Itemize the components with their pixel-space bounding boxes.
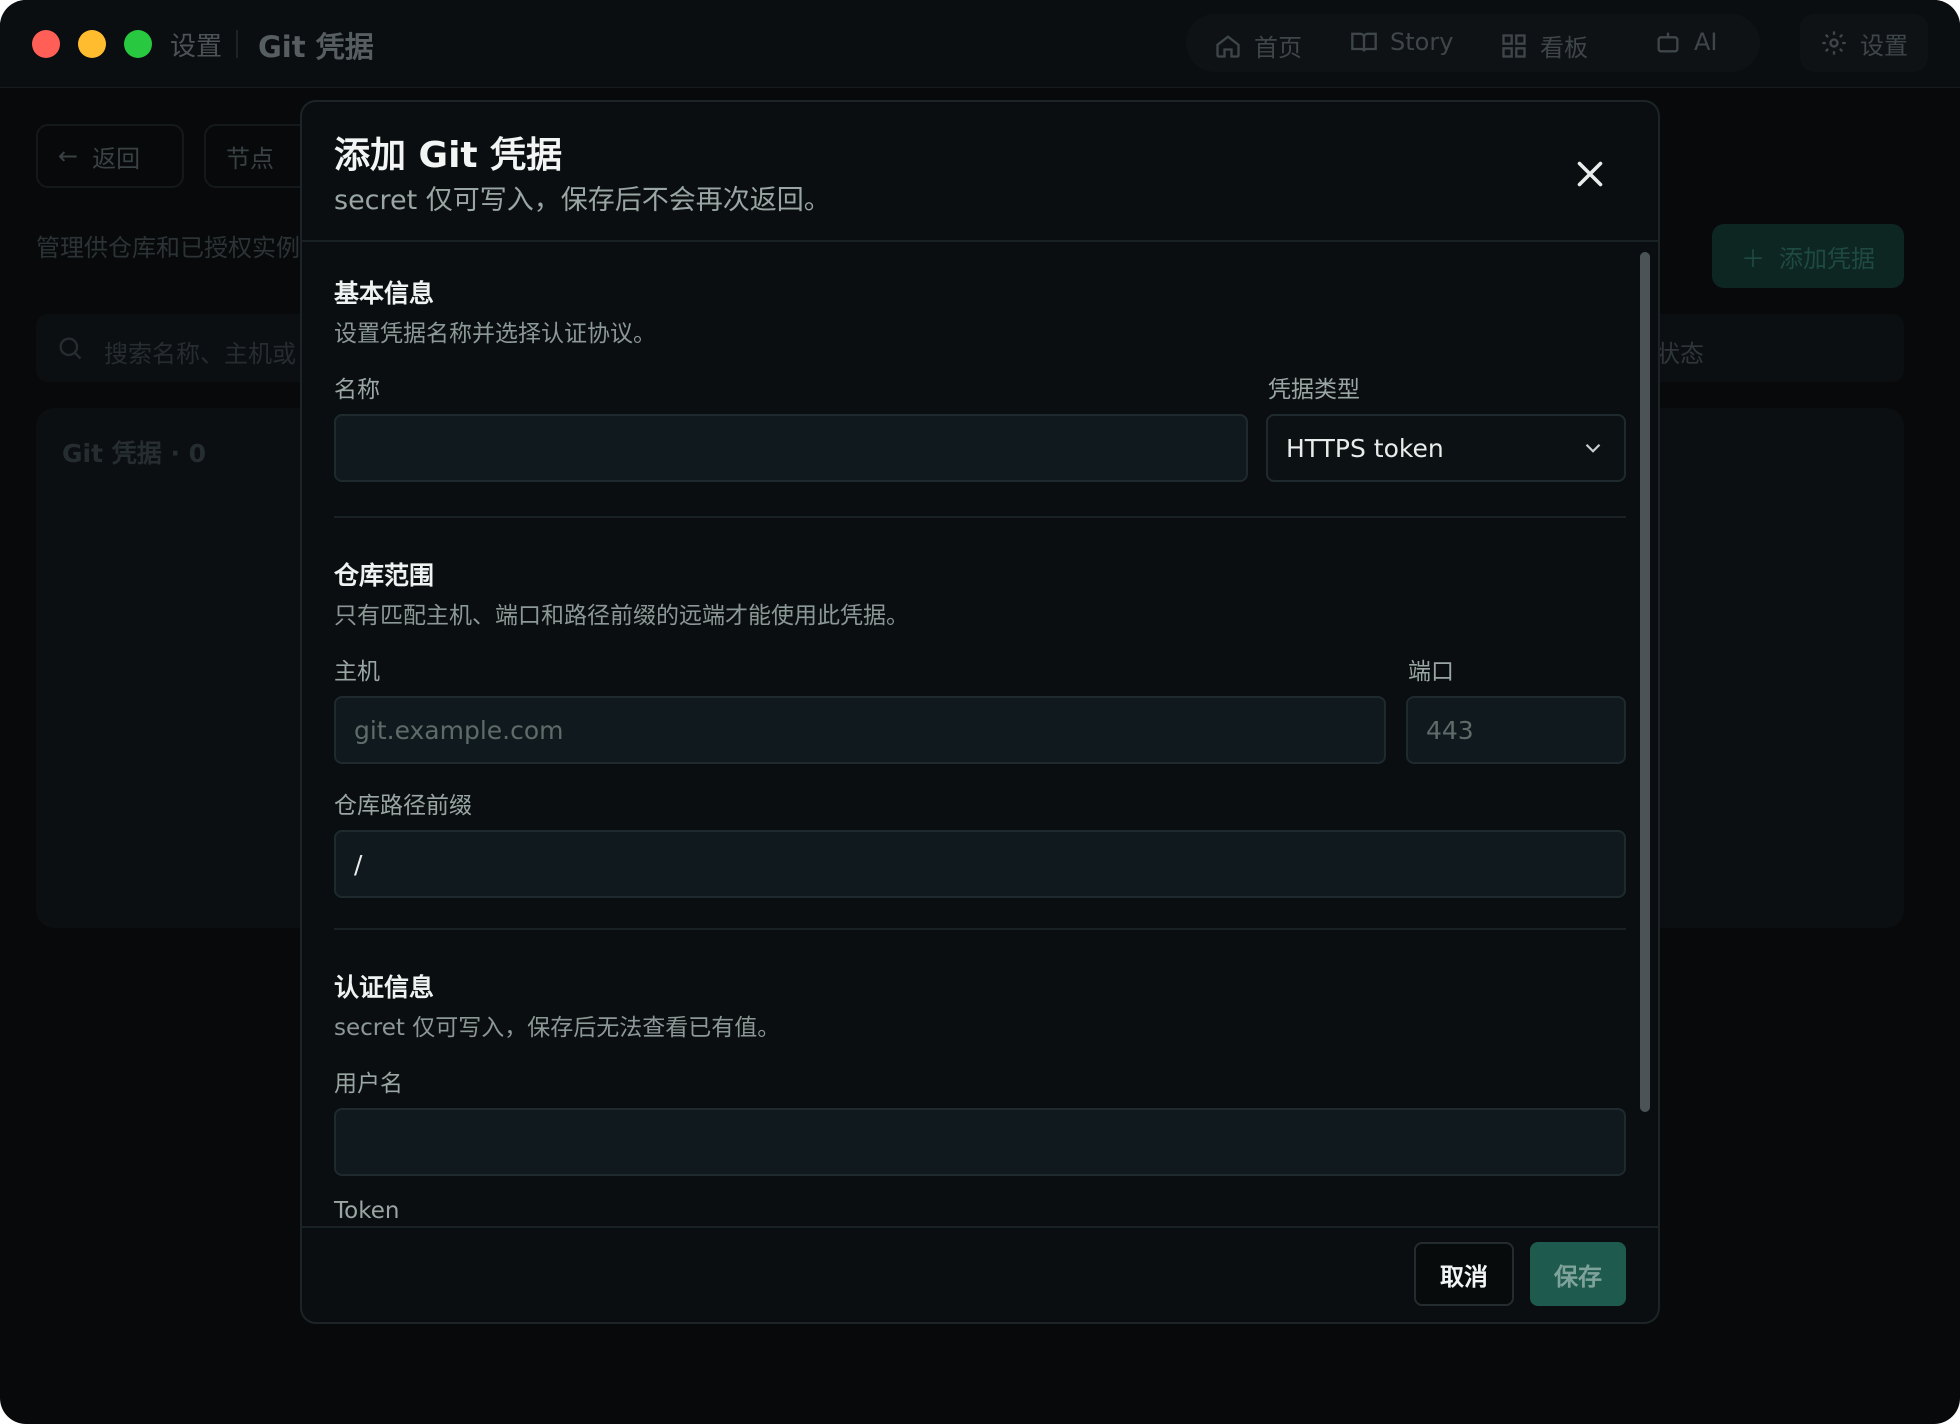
settings-button[interactable]: 设置 bbox=[1800, 14, 1928, 72]
breadcrumb-separator bbox=[236, 30, 238, 58]
username-label: 用户名 bbox=[334, 1071, 403, 1097]
section-divider bbox=[334, 516, 1626, 518]
gear-icon bbox=[1822, 31, 1846, 55]
close-icon[interactable] bbox=[1572, 156, 1608, 192]
credentials-panel-title: Git 凭据 · 0 bbox=[62, 439, 207, 468]
cancel-button[interactable]: 取消 bbox=[1414, 1242, 1514, 1306]
nav-item-label: 首页 bbox=[1254, 34, 1302, 62]
nav-item-board[interactable]: 看板 bbox=[1500, 28, 1588, 63]
search-icon bbox=[59, 337, 82, 360]
auth-section-desc: secret 仅可写入，保存后无法查看已有值。 bbox=[334, 1015, 781, 1041]
scope-section-desc: 只有匹配主机、端口和路径前缀的远端才能使用此凭据。 bbox=[334, 603, 909, 629]
host-label: 主机 bbox=[334, 659, 380, 685]
dialog-title: 添加 Git 凭据 bbox=[334, 135, 563, 176]
save-button[interactable]: 保存 bbox=[1530, 1242, 1626, 1306]
nodes-button[interactable]: 节点 bbox=[204, 124, 314, 188]
nav-item-home[interactable]: 首页 bbox=[1214, 28, 1302, 63]
name-input[interactable] bbox=[334, 414, 1248, 482]
section-divider bbox=[334, 928, 1626, 930]
window-zoom-button[interactable] bbox=[124, 30, 152, 58]
dialog-body[interactable]: 基本信息 设置凭据名称并选择认证协议。 名称 凭据类型 HTTPS token … bbox=[302, 242, 1658, 1226]
back-button[interactable]: ← 返回 bbox=[36, 124, 184, 188]
robot-icon bbox=[1657, 32, 1679, 53]
book-icon bbox=[1351, 32, 1377, 52]
title-bar: 设置 Git 凭据 首页 Story 看板 AI 设置 bbox=[0, 0, 1960, 88]
add-credential-button[interactable]: ＋ 添加凭据 bbox=[1712, 224, 1904, 288]
status-filter[interactable]: 状态 bbox=[1656, 334, 1704, 369]
port-placeholder: 443 bbox=[1426, 715, 1474, 745]
name-label: 名称 bbox=[334, 377, 380, 403]
port-label: 端口 bbox=[1408, 659, 1454, 685]
top-navigation: 首页 Story 看板 AI bbox=[1186, 14, 1760, 72]
path-prefix-value: / bbox=[354, 849, 363, 879]
add-credential-dialog: 添加 Git 凭据 secret 仅可写入，保存后不会再次返回。 基本信息 设置… bbox=[300, 100, 1660, 1324]
path-prefix-label: 仓库路径前缀 bbox=[334, 793, 472, 819]
plus-icon: ＋ bbox=[1741, 244, 1765, 273]
home-icon bbox=[1216, 34, 1240, 58]
basic-section-title: 基本信息 bbox=[334, 279, 435, 308]
arrow-left-icon: ← bbox=[58, 142, 79, 170]
page-title: Git 凭据 bbox=[258, 30, 374, 64]
chevron-down-icon bbox=[1585, 443, 1601, 453]
dialog-subtitle: secret 仅可写入，保存后不会再次返回。 bbox=[334, 185, 831, 216]
footer-divider bbox=[302, 1226, 1658, 1228]
settings-label: 设置 bbox=[1860, 31, 1908, 60]
basic-section-desc: 设置凭据名称并选择认证协议。 bbox=[334, 321, 656, 347]
search-placeholder: 搜索名称、主机或 bbox=[104, 340, 296, 368]
scrollbar-thumb[interactable] bbox=[1640, 252, 1650, 1112]
path-prefix-input[interactable]: / bbox=[334, 830, 1626, 898]
token-label: Token bbox=[334, 1198, 400, 1224]
grid-icon bbox=[1502, 33, 1526, 58]
scrollbar[interactable] bbox=[1640, 252, 1650, 1112]
nav-item-label: AI bbox=[1694, 28, 1718, 56]
back-label: 返回 bbox=[92, 144, 141, 173]
add-credential-label: 添加凭据 bbox=[1779, 244, 1875, 273]
nodes-label: 节点 bbox=[226, 144, 274, 173]
window-minimize-button[interactable] bbox=[78, 30, 106, 58]
credential-type-select[interactable]: HTTPS token bbox=[1266, 414, 1626, 482]
nav-item-ai[interactable]: AI bbox=[1654, 28, 1718, 56]
auth-section-title: 认证信息 bbox=[334, 973, 435, 1002]
host-input[interactable]: git.example.com bbox=[334, 696, 1386, 764]
nav-item-label: 看板 bbox=[1540, 34, 1588, 62]
credential-type-label: 凭据类型 bbox=[1268, 377, 1360, 403]
nav-item-story[interactable]: Story bbox=[1350, 28, 1453, 56]
credential-type-value: HTTPS token bbox=[1286, 433, 1444, 463]
port-input[interactable]: 443 bbox=[1406, 696, 1626, 764]
scope-section-title: 仓库范围 bbox=[334, 561, 435, 590]
breadcrumb-settings[interactable]: 设置 bbox=[170, 26, 222, 63]
host-placeholder: git.example.com bbox=[354, 715, 564, 745]
nav-item-label: Story bbox=[1390, 28, 1454, 56]
page-description: 管理供仓库和已授权实例 bbox=[36, 234, 300, 262]
window-close-button[interactable] bbox=[32, 30, 60, 58]
app-window: 设置 Git 凭据 首页 Story 看板 AI 设置 ← 返回 节点 管理供仓… bbox=[0, 0, 1960, 1424]
username-input[interactable] bbox=[334, 1108, 1626, 1176]
